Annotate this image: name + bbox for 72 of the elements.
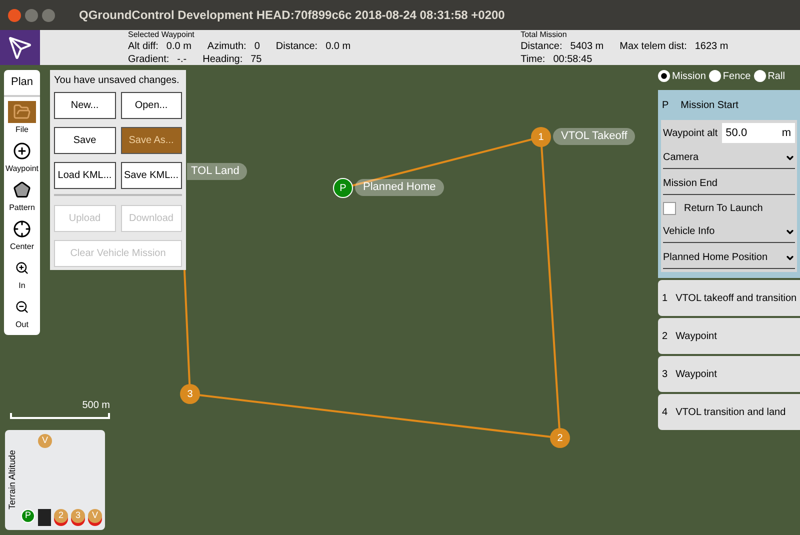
item-marker: P	[662, 98, 669, 112]
stat-value: 1623 m	[694, 40, 728, 52]
stat-value: 5403 m	[570, 40, 604, 52]
home-marker[interactable]: P	[333, 178, 353, 198]
toolstrip-title: Plan	[4, 70, 40, 96]
layer-radio[interactable]: Rall	[754, 68, 785, 84]
crosshair-icon	[13, 220, 31, 238]
marker-caption: Planned Home	[355, 179, 444, 196]
vehicle-block	[38, 509, 51, 526]
scale-label: 500 m	[82, 399, 110, 413]
section-heading: Total Mission	[520, 30, 568, 40]
marker-caption: TOL Land	[187, 163, 248, 180]
tool-button[interactable]: File	[4, 96, 40, 136]
mission-item[interactable]: 3 Waypoint	[658, 356, 800, 392]
folder-icon	[13, 102, 31, 120]
close-icon[interactable]	[8, 8, 21, 22]
waypoint-marker: V	[88, 509, 102, 523]
altitude-field[interactable]: 50.0 m	[722, 123, 795, 143]
plus-circle-icon	[13, 142, 31, 160]
stat-label: Alt diff:	[128, 40, 158, 52]
minimize-icon[interactable]	[25, 8, 38, 22]
tool-button[interactable]: Waypoint	[4, 136, 40, 174]
stat-label: Distance:	[520, 40, 562, 52]
zoom-out-icon	[15, 300, 29, 314]
stat-label: Heading:	[202, 52, 243, 66]
file-menu-button[interactable]: Load KML...	[54, 162, 116, 189]
maximize-icon[interactable]	[42, 8, 55, 22]
layer-radio[interactable]: Mission	[658, 68, 706, 84]
stat-value: 00:58:45	[553, 52, 592, 66]
stat-value: 75	[250, 52, 262, 66]
checkbox[interactable]	[663, 202, 676, 214]
stat-label: Gradient:	[128, 52, 170, 66]
paper-plane-icon	[8, 36, 32, 60]
section-dropdown[interactable]: Planned Home Position	[663, 247, 795, 269]
vehicle-marker: V	[38, 434, 52, 448]
home-marker: P	[21, 509, 35, 523]
stat-value: 0.0 m	[166, 40, 192, 52]
file-menu-button[interactable]: New...	[54, 92, 116, 119]
plan-view-button[interactable]	[0, 30, 40, 65]
tool-button[interactable]: Out	[4, 292, 40, 330]
stat-label: Time:	[520, 52, 546, 66]
section-dropdown[interactable]: Vehicle Info	[663, 221, 795, 243]
waypoint-marker: 3	[71, 509, 85, 523]
waypoint-marker: 2	[54, 509, 68, 523]
item-title: Mission Start	[680, 98, 738, 112]
section-dropdown[interactable]: Camera	[663, 147, 795, 169]
checkbox-row[interactable]: Return To Launch	[663, 199, 795, 217]
stat-label: Azimuth:	[207, 40, 246, 52]
mission-item[interactable]: 1 VTOL takeoff and transition	[658, 280, 800, 316]
file-menu-button[interactable]: Save	[54, 127, 116, 154]
stat-label: Distance:	[276, 40, 318, 52]
file-menu-button[interactable]: Open...	[120, 92, 182, 119]
pentagon-icon	[13, 180, 31, 198]
tool-button[interactable]: In	[4, 252, 40, 292]
layer-radio[interactable]: Fence	[708, 68, 751, 84]
window-title: QGroundControl Development HEAD:70f899c6c 2018-08-24 08:31:58 +0200	[79, 7, 505, 24]
unsaved-message: You have unsaved changes.	[54, 74, 180, 88]
section-header: Mission End	[663, 173, 795, 195]
stat-value: 0	[254, 40, 260, 52]
mission-item[interactable]: 2 Waypoint	[658, 318, 800, 354]
section-heading: Selected Waypoint	[128, 30, 196, 40]
tool-button[interactable]: Pattern	[4, 174, 40, 214]
stat-value: -.-	[177, 52, 187, 66]
file-menu-button[interactable]: Save KML...	[120, 162, 182, 189]
stat-value: 0.0 m	[326, 40, 351, 52]
field-label: Waypoint alt	[663, 126, 718, 140]
mission-item[interactable]: 4 VTOL transition and land	[658, 394, 800, 430]
zoom-in-icon	[15, 260, 29, 274]
marker-caption: VTOL Takeoff	[553, 128, 636, 144]
terrain-title: Terrain Altitude	[6, 450, 18, 510]
tool-button[interactable]: Center	[4, 214, 40, 252]
stat-label: Max telem dist:	[620, 40, 687, 52]
